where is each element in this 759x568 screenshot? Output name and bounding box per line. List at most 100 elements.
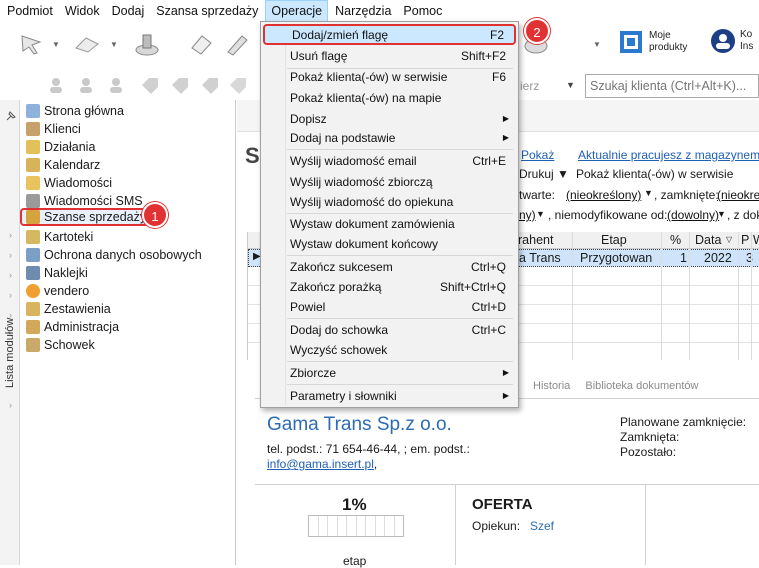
divider <box>645 485 646 565</box>
chevron-right-icon[interactable]: › <box>9 290 12 300</box>
filter-icon[interactable]: ▽ <box>726 235 732 244</box>
filter-a-value[interactable]: ny) <box>519 208 536 222</box>
filter-dropdown-label[interactable]: ierz <box>520 79 539 93</box>
module-administracja[interactable]: Administracja <box>22 318 123 336</box>
owner-value[interactable]: Szef <box>530 519 554 533</box>
module-label: Administracja <box>44 320 120 334</box>
chevron-down-icon[interactable]: ▼ <box>644 188 653 198</box>
module-kalendarz[interactable]: Kalendarz <box>22 156 104 174</box>
insert-button[interactable]: Ko Ins <box>710 28 753 54</box>
column-header-w[interactable]: W <box>753 233 759 247</box>
module-szanse-sprzedazy[interactable]: Szanse sprzedaży <box>20 208 153 226</box>
filter-closed-value[interactable]: (nieokreślo <box>717 188 759 202</box>
print-dropdown[interactable]: Drukuj ▼ <box>519 167 569 181</box>
menu-item-label: Powiel <box>290 299 326 314</box>
menu-item-powiel[interactable]: Powiel Ctrl+D <box>263 296 516 317</box>
menu-item-wyslij-zbiorcza[interactable]: Wyślij wiadomość zbiorczą <box>263 171 516 192</box>
chevron-down-icon[interactable]: ▼ <box>566 80 575 90</box>
filter-open-value[interactable]: (nieokreślony) <box>566 188 641 202</box>
menu-item-dodaj-na-podstawie[interactable]: Dodaj na podstawie ▶ <box>263 127 516 148</box>
menu-item-parametry-i-slowniki[interactable]: Parametry i słowniki ▶ <box>263 385 516 406</box>
chevron-down-icon[interactable]: ▼ <box>717 209 726 219</box>
menu-narzedzia[interactable]: Narzędzia <box>330 0 396 22</box>
menu-szansa-sprzedazy[interactable]: Szansa sprzedaży <box>151 0 263 22</box>
menu-widok[interactable]: Widok <box>60 0 105 22</box>
menu-item-dokument-koncowy[interactable]: Wystaw dokument końcowy <box>263 233 516 254</box>
menu-item-zbiorcze[interactable]: Zbiorcze ▶ <box>263 362 516 383</box>
tag-remove-icon[interactable] <box>228 76 248 94</box>
search-client-input[interactable] <box>586 75 758 97</box>
search-client-box[interactable] <box>585 74 759 98</box>
chevron-right-icon[interactable]: › <box>9 270 12 280</box>
filter-mod-label: , niemodyfikowane od: <box>548 208 668 222</box>
module-ochrona-danych[interactable]: Ochrona danych osobowych <box>22 246 206 264</box>
offer-title: OFERTA <box>472 496 533 513</box>
tag-multi-icon[interactable] <box>200 76 220 94</box>
module-list-label[interactable]: Lista modułów <box>4 318 16 388</box>
warehouse-link[interactable]: Aktualnie pracujesz z magazynem - M <box>578 148 759 162</box>
client-icon[interactable] <box>46 76 66 94</box>
chevron-right-icon[interactable]: › <box>9 400 12 410</box>
pin-icon[interactable] <box>5 110 17 122</box>
chevron-down-icon[interactable]: ▼ <box>593 40 601 49</box>
menu-item-pokaz-w-serwisie[interactable]: Pokaż klienta(-ów) w serwisie F6 <box>263 66 516 87</box>
menu-podmiot[interactable]: Podmiot <box>2 0 58 22</box>
column-header-contractor[interactable]: rahent <box>518 233 553 247</box>
shape-tool-icon[interactable] <box>72 30 106 60</box>
cursor-tool-icon[interactable] <box>16 30 50 60</box>
menu-item-wyslij-do-opiekuna[interactable]: Wyślij wiadomość do opiekuna <box>263 191 516 212</box>
chevron-down-icon[interactable]: ▼ <box>110 40 118 49</box>
tag-icon[interactable] <box>140 76 160 94</box>
module-strona-glowna[interactable]: Strona główna <box>22 102 128 120</box>
column-header-date[interactable]: Data <box>695 233 721 247</box>
module-dzialania[interactable]: Działania <box>22 138 99 156</box>
module-zestawienia[interactable]: Zestawienia <box>22 300 115 318</box>
tab-biblioteka-dokumentow[interactable]: Biblioteka dokumentów <box>585 380 698 392</box>
chevron-down-icon[interactable]: ▼ <box>536 209 545 219</box>
module-klienci[interactable]: Klienci <box>22 120 85 138</box>
module-wiadomosci[interactable]: Wiadomości <box>22 174 116 192</box>
menu-item-zakoncz-porazka[interactable]: Zakończ porażką Shift+Ctrl+Q <box>263 276 516 297</box>
column-header-stage[interactable]: Etap <box>601 233 627 247</box>
contact-icon[interactable] <box>106 76 126 94</box>
chevron-right-icon[interactable]: › <box>9 250 12 260</box>
show-link[interactable]: Pokaż <box>521 148 554 162</box>
email-link[interactable]: info@gama.insert.pl <box>267 457 374 471</box>
menu-item-wyslij-email[interactable]: Wyślij wiadomość email Ctrl+E <box>263 150 516 171</box>
menu-item-dokument-zamowienia[interactable]: Wystaw dokument zamówienia <box>263 213 516 234</box>
show-on-service-link[interactable]: Pokaż klienta(-ów) w serwisie <box>576 167 733 181</box>
menu-item-dodaj-zmien-flage[interactable]: Dodaj/zmień flagę F2 <box>263 24 516 45</box>
person-icon[interactable] <box>76 76 96 94</box>
column-divider <box>661 232 662 360</box>
module-naklejki[interactable]: Naklejki <box>22 264 92 282</box>
module-schowek[interactable]: Schowek <box>22 336 99 354</box>
column-header-p[interactable]: P <box>741 233 749 247</box>
menu-pomoc[interactable]: Pomoc <box>398 0 447 22</box>
pen-icon[interactable] <box>222 30 256 60</box>
menu-dodaj[interactable]: Dodaj <box>107 0 150 22</box>
stamp-icon[interactable] <box>132 30 166 60</box>
filter-z-label: , z dok <box>727 208 759 222</box>
my-products-button[interactable]: Moje produkty <box>617 28 687 56</box>
eraser-icon[interactable] <box>186 30 220 60</box>
module-label: Ochrona danych osobowych <box>44 248 202 262</box>
my-products-label-1: Moje <box>649 30 671 41</box>
menu-item-wyczysc-schowek[interactable]: Wyczyść schowek <box>263 339 516 360</box>
module-vendero[interactable]: vendero <box>22 282 93 300</box>
chevron-down-icon[interactable]: ▼ <box>52 40 60 49</box>
company-name[interactable]: Gama Trans Sp.z o.o. <box>267 414 452 436</box>
filter-mod-value[interactable]: (dowolny) <box>667 208 719 222</box>
menu-item-usun-flage[interactable]: Usuń flagę Shift+F2 <box>263 45 516 66</box>
menu-item-pokaz-na-mapie[interactable]: Pokaż klienta(-ów) na mapie <box>263 87 516 108</box>
tag-edit-icon[interactable] <box>170 76 190 94</box>
menu-item-dodaj-do-schowka[interactable]: Dodaj do schowka Ctrl+C <box>263 319 516 340</box>
menu-operacje[interactable]: Operacje <box>265 0 329 22</box>
chevron-right-icon[interactable]: › <box>9 230 12 240</box>
column-header-percent[interactable]: % <box>670 233 681 247</box>
menu-item-zakoncz-sukcesem[interactable]: Zakończ sukcesem Ctrl+Q <box>263 256 516 277</box>
tab-historia[interactable]: Historia <box>533 380 570 392</box>
menu-item-dopisz[interactable]: Dopisz ▶ <box>263 108 516 129</box>
mail-icon <box>26 176 40 190</box>
owner-label: Opiekun: <box>472 519 521 533</box>
module-kartoteki[interactable]: Kartoteki <box>22 228 97 246</box>
